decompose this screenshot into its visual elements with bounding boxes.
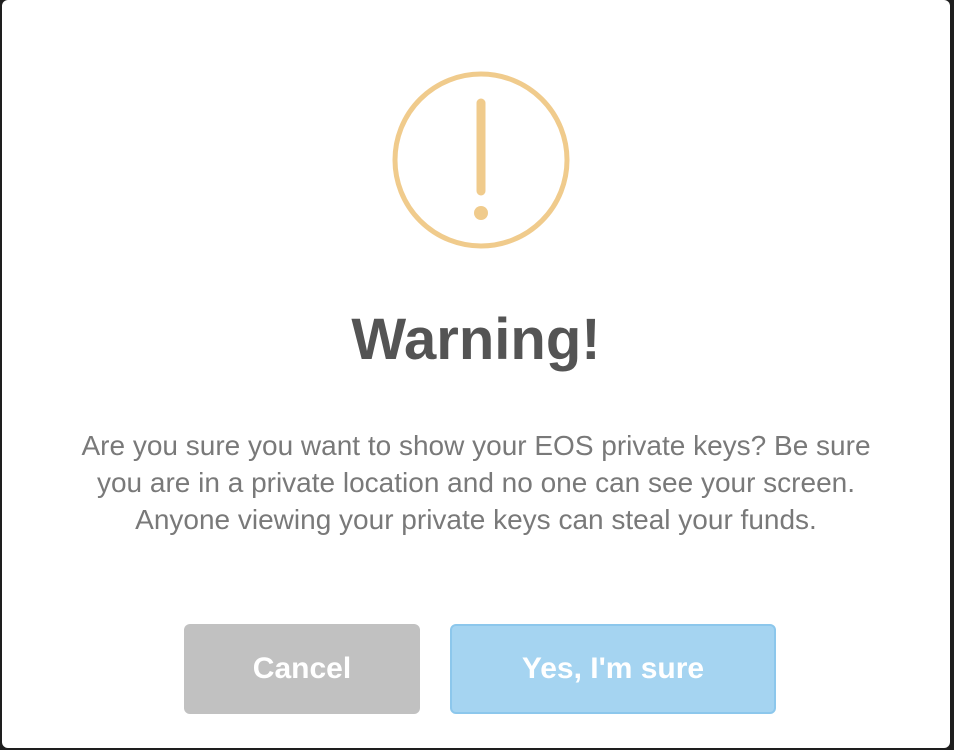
message-line: Are you sure you want to show your EOS p… (81, 430, 871, 461)
message-line: you are in a private location and no one… (96, 467, 856, 498)
cancel-button[interactable]: Cancel (184, 624, 420, 714)
message-line: Anyone viewing your private keys can ste… (135, 504, 817, 535)
warning-dialog: Warning! Are you sure you want to show y… (2, 0, 950, 748)
warning-exclamation-icon (392, 71, 570, 249)
dialog-title: Warning! (351, 307, 601, 372)
confirm-button[interactable]: Yes, I'm sure (450, 624, 776, 714)
dialog-message: Are you sure you want to show your EOS p… (42, 427, 910, 538)
